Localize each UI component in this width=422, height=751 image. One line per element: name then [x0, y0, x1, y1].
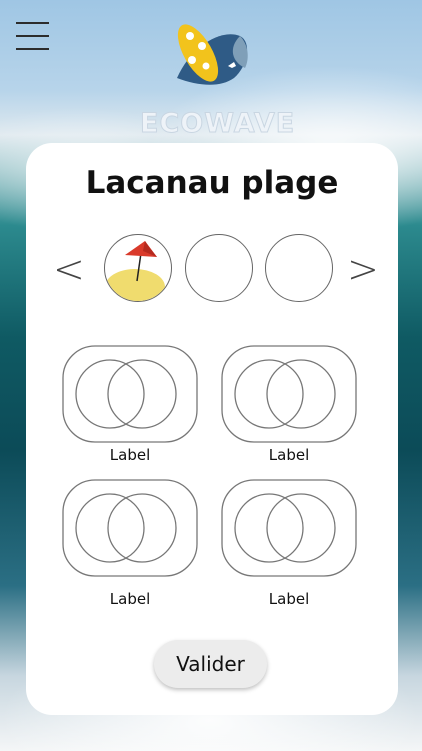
beach-title: Lacanau plage [85, 165, 339, 201]
carousel-item-empty[interactable] [185, 234, 253, 302]
option-label: Label [268, 446, 310, 464]
hamburger-line [16, 22, 49, 24]
option-card[interactable] [221, 345, 357, 443]
ecowave-logo: ECOWAVE [140, 18, 295, 140]
carousel-prev-button[interactable]: < [53, 249, 85, 289]
option-card[interactable] [221, 479, 357, 577]
venn-diagram-icon [221, 345, 357, 443]
option-label: Label [268, 590, 310, 608]
venn-diagram-icon [221, 479, 357, 577]
surfboard-wave-icon [177, 24, 248, 85]
beach-card: Lacanau plage < > Label Label Label Labe… [26, 143, 398, 715]
logo-text: ECOWAVE [140, 108, 296, 140]
option-label: Label [109, 446, 151, 464]
carousel-next-button[interactable]: > [347, 249, 379, 289]
hamburger-menu-button[interactable] [16, 22, 49, 50]
beach-umbrella-icon [105, 241, 165, 301]
validate-button[interactable]: Valider [154, 640, 267, 688]
carousel-item-empty[interactable] [265, 234, 333, 302]
option-card[interactable] [62, 479, 198, 577]
hamburger-line [16, 35, 49, 37]
option-card[interactable] [62, 345, 198, 443]
carousel-item-beach[interactable] [104, 234, 172, 302]
venn-diagram-icon [62, 345, 198, 443]
option-label: Label [109, 590, 151, 608]
hamburger-line [16, 48, 49, 50]
venn-diagram-icon [62, 479, 198, 577]
